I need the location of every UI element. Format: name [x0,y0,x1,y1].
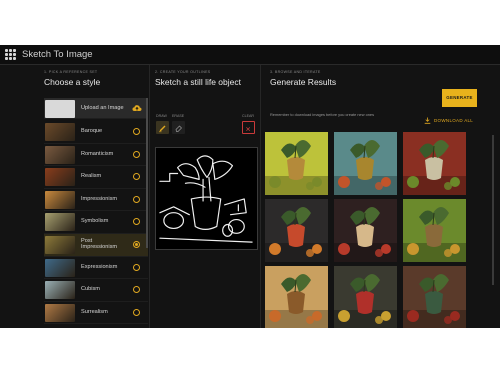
title-bar: Sketch To Image [0,45,500,65]
style-name: Impressionism [81,195,118,202]
style-thumbnail [45,145,75,164]
step-1-label: 1. Pick a reference set [44,70,98,74]
results-grid [265,132,475,328]
sketch-canvas[interactable] [155,147,258,250]
style-thumbnail [45,213,75,232]
cloud-upload-icon [132,105,142,111]
download-all-button[interactable]: DOWNLOAD ALL [424,117,484,125]
upload-thumbnail [45,100,75,118]
style-thumbnail [45,123,75,141]
style-option[interactable]: Realism [44,166,148,189]
step-3-label: 3. Browse and iterate [270,70,321,74]
result-image[interactable] [403,132,466,195]
draw-label: Draw [156,114,167,118]
erase-tool-button[interactable] [172,121,185,134]
sketch-heading: Sketch a still life object [155,77,241,87]
style-radio[interactable] [133,286,140,294]
results-heading: Generate Results [270,77,337,87]
style-name: Expressionism [81,263,118,270]
style-heading: Choose a style [44,77,101,87]
style-option[interactable]: Expressionism [44,257,148,280]
style-radio[interactable] [133,263,140,271]
style-name: Realism [81,173,102,180]
style-radio[interactable] [133,195,140,203]
style-option[interactable]: Romanticism [44,144,148,167]
result-image[interactable] [265,132,328,195]
style-thumbnail [45,235,75,254]
style-radio[interactable] [133,240,140,248]
style-list-scrollbar[interactable] [146,98,148,248]
style-radio[interactable] [133,173,140,181]
sketch-panel: 2. Create your outlines Sketch a still l… [151,65,261,328]
style-list: Upload an Image Baroque Romanticism Realis… [44,98,148,325]
result-image[interactable] [334,132,397,195]
style-option[interactable]: Impressionism [44,189,148,212]
result-image[interactable] [265,266,328,328]
style-name: Baroque [81,128,103,134]
upload-label: Upload an Image [81,105,124,111]
style-thumbnail [45,190,75,209]
style-option[interactable]: Cubism [44,279,148,302]
style-option[interactable]: Surrealism [44,302,148,325]
draw-tool-button[interactable] [156,121,169,134]
app-title: Sketch To Image [22,49,93,60]
sketch-to-image-app: Sketch To Image 1. Pick a reference set … [0,45,500,328]
style-panel: 1. Pick a reference set Choose a style U… [0,65,150,328]
result-image[interactable] [334,266,397,328]
result-image[interactable] [403,266,466,328]
style-thumbnail [45,168,75,187]
step-2-label: 2. Create your outlines [155,70,211,74]
sketch-drawing [159,155,253,243]
result-image[interactable] [403,199,466,262]
style-name: Symbolism [81,218,109,225]
close-icon [246,127,251,132]
style-radio[interactable] [133,150,140,158]
results-subtitle: Remember to download images before you c… [270,112,375,117]
pencil-icon [159,125,166,133]
style-radio[interactable] [133,128,140,135]
style-option[interactable]: Baroque [44,121,148,144]
style-name: Post Impressionism [81,237,118,250]
clear-canvas-button[interactable] [242,121,255,134]
results-panel: 3. Browse and iterate Generate Results R… [262,65,500,328]
style-option[interactable]: Symbolism [44,211,148,234]
results-scrollbar[interactable] [492,135,494,285]
result-image[interactable] [334,199,397,262]
style-name: Romanticism [81,150,114,157]
download-icon [424,117,431,124]
style-radio[interactable] [133,218,140,226]
download-all-label: DOWNLOAD ALL [434,118,474,123]
style-thumbnail [45,303,75,322]
clear-label: Clear [242,114,254,118]
style-radio[interactable] [133,308,140,316]
style-name: Cubism [81,286,100,293]
generate-button[interactable]: GENERATE [442,89,477,107]
style-thumbnail [45,258,75,277]
eraser-icon [175,125,182,132]
result-image[interactable] [265,199,328,262]
upload-image-button[interactable]: Upload an Image [44,98,148,119]
grid-logo-icon [5,49,16,60]
style-option[interactable]: Post Impressionism [44,233,148,257]
erase-label: Erase [172,114,185,118]
style-name: Surrealism [81,308,108,315]
style-thumbnail [45,281,75,300]
